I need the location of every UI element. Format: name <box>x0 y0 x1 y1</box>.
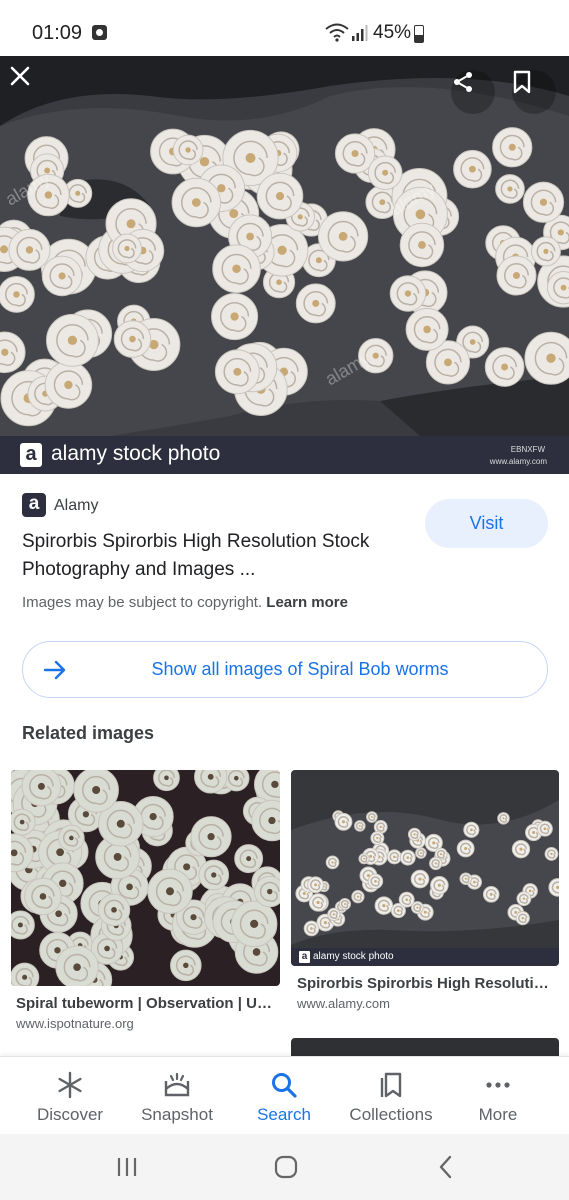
related-image-source: www.alamy.com <box>297 996 390 1011</box>
wifi-icon <box>325 23 349 42</box>
copyright-notice: Images may be subject to copyright. Lear… <box>22 594 348 611</box>
back-icon[interactable] <box>433 1154 459 1180</box>
copyright-text: Images may be subject to copyright. <box>22 594 263 611</box>
close-icon <box>10 66 30 86</box>
more-dots-icon <box>486 1082 510 1088</box>
related-image-title[interactable]: Spirorbis Spirorbis High Resolutio... <box>297 975 549 992</box>
notification-icon <box>92 25 107 40</box>
image-code: EBNXFW <box>510 445 545 454</box>
status-bar: 01:09 45% <box>0 0 569 56</box>
nav-label: Search <box>257 1105 311 1124</box>
related-images-heading: Related images <box>22 723 155 743</box>
battery-icon <box>414 25 424 43</box>
asterisk-icon <box>58 1071 82 1099</box>
nav-more[interactable]: More <box>443 1057 553 1135</box>
image-credit-text: alamy stock photo <box>51 442 221 465</box>
bottom-navigation: Discover Snapshot Search Collections Mor… <box>0 1056 569 1134</box>
related-image-1[interactable] <box>11 770 280 986</box>
nav-label: Collections <box>349 1105 433 1124</box>
bookmark-button[interactable] <box>512 70 556 114</box>
related-image-title[interactable]: Spiral tubeworm | Observation | UK... <box>16 995 278 1012</box>
status-time: 01:09 <box>32 22 83 44</box>
tubeworm-photo <box>11 770 280 986</box>
signal-icon <box>352 25 368 41</box>
show-all-images-button[interactable]: Show all images of Spiral Bob worms <box>22 641 548 698</box>
source-name[interactable]: Alamy <box>54 497 98 515</box>
visit-button[interactable]: Visit <box>425 499 548 548</box>
alamy-logo: a <box>20 443 42 467</box>
image-credit-url: www.alamy.com <box>489 457 547 466</box>
spirorbis-photo-small <box>291 800 559 945</box>
result-title[interactable]: Spirorbis Spirorbis High Resolution Stoc… <box>22 528 412 584</box>
nav-collections[interactable]: Collections <box>336 1057 446 1135</box>
nav-label: Snapshot <box>141 1105 213 1124</box>
nav-search[interactable]: Search <box>229 1057 339 1135</box>
arrow-right-icon <box>43 660 66 680</box>
nav-discover[interactable]: Discover <box>15 1057 125 1135</box>
search-icon <box>272 1073 297 1098</box>
home-icon[interactable] <box>273 1154 299 1180</box>
image-viewer[interactable]: alamy alamy alamy a alamy stock photo EB… <box>0 56 569 474</box>
recent-apps-icon[interactable] <box>114 1154 140 1180</box>
share-button[interactable] <box>451 70 495 114</box>
nav-snapshot[interactable]: Snapshot <box>122 1057 232 1135</box>
system-navigation-bar <box>0 1134 569 1200</box>
show-all-label: Show all images of Spiral Bob worms <box>151 659 449 679</box>
close-button[interactable] <box>10 66 54 110</box>
spirorbis-photo: alamy alamy alamy <box>0 56 569 474</box>
related-image-source: www.ispotnature.org <box>16 1016 134 1031</box>
bookmark-icon <box>513 70 531 94</box>
nav-label: Discover <box>36 1105 104 1124</box>
share-icon <box>454 72 472 92</box>
nav-label: More <box>478 1105 518 1124</box>
related-image-2[interactable]: alamy stock photo <box>291 770 559 966</box>
image-credit-bar: a alamy stock photo EBNXFW www.alamy.com <box>0 436 569 474</box>
source-logo: a <box>22 493 46 517</box>
collections-icon <box>380 1072 402 1098</box>
image-credit-bar: alamy stock photo <box>291 948 559 966</box>
battery-percent: 45% <box>373 22 412 43</box>
snapshot-icon <box>164 1072 190 1097</box>
learn-more-link[interactable]: Learn more <box>266 594 348 611</box>
